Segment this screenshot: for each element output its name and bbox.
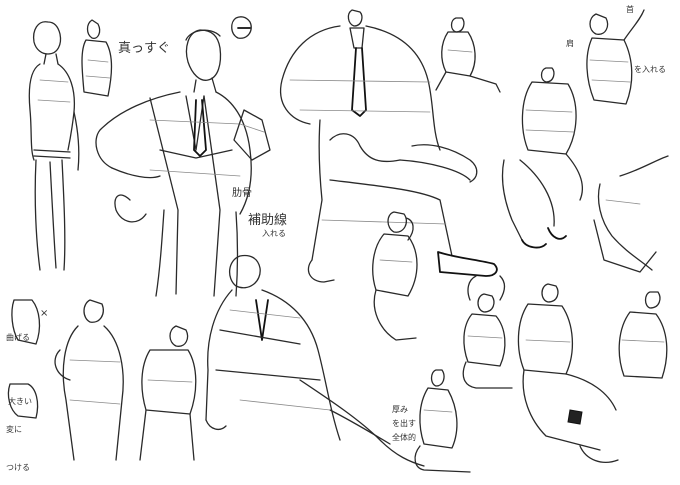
note-thick: 厚み — [392, 405, 408, 414]
figure-seated-knee — [501, 67, 583, 249]
torso-arm-raised — [586, 9, 645, 105]
note-alter: 変に — [6, 424, 22, 434]
note-shoulder: 肩 — [566, 38, 574, 48]
figure-bottom-left-group — [7, 299, 197, 461]
sketch-sheet: 真っすぐ 肋骨 補助線 入れる 肩 首 を入れる 曲げる 変に つける 大きい … — [0, 0, 680, 481]
forearm-sketch — [233, 109, 271, 161]
note-vary: 全体的 — [392, 432, 416, 442]
figure-seated-right — [618, 291, 668, 379]
figure-crouching-jacket — [517, 283, 619, 463]
note-tuck: を入れる — [634, 65, 666, 74]
note-aux: 補助線 — [248, 212, 287, 228]
note-ribcage: 肋骨 — [232, 186, 252, 199]
figure-standing-side — [28, 21, 80, 271]
sketch-canvas: 真っすぐ 肋骨 補助線 入れる 肩 首 を入れる 曲げる 変に つける 大きい … — [6, 4, 669, 473]
figure-arms-up — [462, 275, 513, 389]
figure-hand-face — [372, 211, 418, 341]
torso-sketch-1 — [81, 19, 113, 97]
head-detail-sketch — [231, 16, 252, 39]
figure-kneeling — [414, 369, 471, 473]
figure-seated-suit — [280, 9, 498, 283]
note-bend: 曲げる — [6, 332, 30, 342]
figure-seated-small — [435, 17, 501, 93]
note-emphasize: を出す — [392, 418, 416, 428]
note-insert: 入れる — [262, 229, 286, 238]
figure-reaching-right — [593, 155, 669, 273]
note-x-mark: × — [40, 308, 48, 319]
note-nape: 首 — [626, 4, 634, 14]
note-straight: 真っすぐ — [118, 41, 170, 56]
figure-suit-looking-up — [95, 29, 252, 297]
note-tighten: つける — [6, 463, 30, 472]
note-bigger: 大きい — [8, 396, 32, 406]
